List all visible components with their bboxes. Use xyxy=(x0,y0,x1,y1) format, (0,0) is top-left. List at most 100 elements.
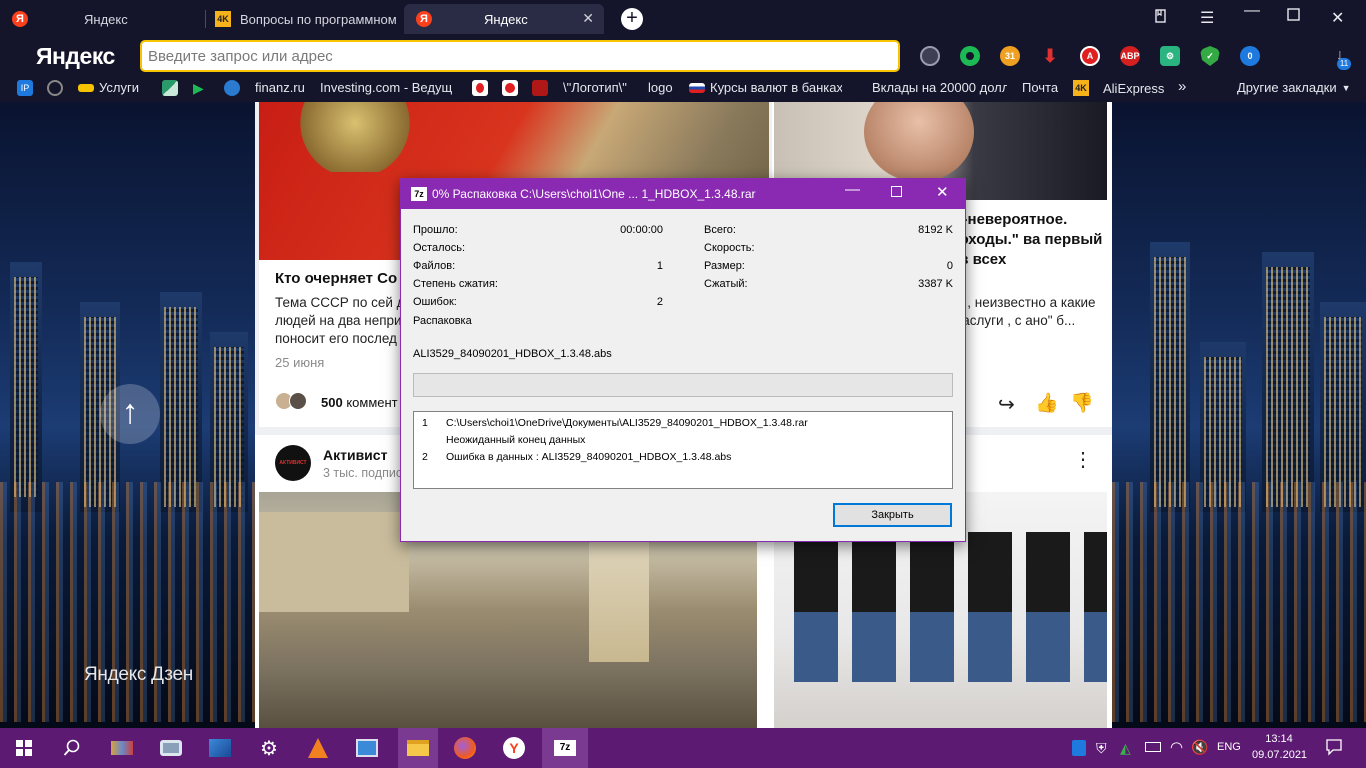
tab-yandex-active[interactable]: Я Яндекс ✕ xyxy=(404,4,604,34)
bookmark-green-icon[interactable] xyxy=(162,80,178,96)
tab-programming-questions[interactable]: 4K Вопросы по программном xyxy=(206,4,402,34)
other-bookmarks[interactable]: Другие закладки ▼ xyxy=(1237,80,1351,95)
input-language[interactable]: ENG xyxy=(1217,741,1241,753)
dialog-title-bar[interactable]: 7z 0% Распаковка C:\Users\choi1\One ... … xyxy=(401,179,965,209)
close-window-icon[interactable]: ✕ xyxy=(1331,8,1344,28)
services-icon xyxy=(78,83,94,92)
scroll-up-button[interactable]: ↑ xyxy=(100,384,160,444)
files-value: 1 xyxy=(656,260,663,272)
7zip-taskbar-button[interactable]: 7z xyxy=(542,728,588,768)
more-options-icon[interactable]: ⋮ xyxy=(1073,450,1093,470)
share-icon[interactable]: ↪ xyxy=(998,392,1015,417)
clock-date[interactable]: 09.07.2021 xyxy=(1252,749,1307,761)
channel-avatar[interactable]: АКТИВИСТ xyxy=(275,445,311,481)
building-windows xyxy=(1324,317,1362,507)
flag-icon xyxy=(689,82,705,93)
bookmark-label: Курсы валют в банках xyxy=(710,80,842,95)
speed-label: Скорость: xyxy=(704,242,755,254)
clock-time[interactable]: 13:14 xyxy=(1252,733,1306,745)
camera-app-icon[interactable] xyxy=(157,734,185,762)
green-circle-extension-icon[interactable] xyxy=(960,46,980,66)
translator-icon[interactable]: ⚙ xyxy=(1160,46,1180,66)
download-arrow-icon[interactable]: ⬇ xyxy=(1040,46,1060,66)
adblock-icon[interactable]: ABP xyxy=(1120,46,1140,66)
bookmark-red-drop-icon[interactable] xyxy=(472,80,488,96)
address-input[interactable]: Введите запрос или адрес xyxy=(140,40,900,72)
minimize-icon[interactable]: — xyxy=(845,181,860,198)
weather-calendar-icon[interactable]: 31 xyxy=(1000,46,1020,66)
building-image xyxy=(259,512,409,612)
tab-yandex-1[interactable]: Я Яндекс xyxy=(0,4,205,34)
shield-icon[interactable]: ✓ xyxy=(1200,46,1220,66)
shield-tray-icon[interactable]: ⛨ xyxy=(1096,740,1107,757)
elapsed-label: Прошло: xyxy=(413,224,458,236)
close-button[interactable]: Закрыть xyxy=(833,503,952,527)
control-panel-icon[interactable] xyxy=(353,734,381,762)
menu-icon[interactable]: ☰ xyxy=(1200,8,1214,28)
downloads-badge: 11 xyxy=(1337,58,1351,70)
bookmark-finanz[interactable]: finanz.ru xyxy=(255,80,305,95)
soviet-order-image xyxy=(295,102,415,172)
network-activity-tray-icon[interactable]: ◭ xyxy=(1120,740,1131,757)
channel-name[interactable]: Активист xyxy=(323,447,387,463)
7zip-icon: 7z xyxy=(411,187,427,201)
article-title[interactable]: Кто очерняет Со xyxy=(275,270,397,287)
volume-muted-icon[interactable]: 🔇 xyxy=(1191,739,1208,756)
bookmark-red-logo-icon[interactable] xyxy=(532,80,548,96)
bookmark-ip-icon[interactable]: IP xyxy=(17,80,33,96)
zen-logo: Яндекс Дзен xyxy=(84,664,193,685)
bookmark-logotip[interactable]: \"Логотип\" xyxy=(563,80,627,95)
bookmark-vodafone-icon[interactable] xyxy=(502,80,518,96)
maximize-icon[interactable] xyxy=(891,184,902,201)
more-bookmarks-chevron-icon[interactable]: » xyxy=(1178,78,1186,95)
bookmark-logo[interactable]: logo xyxy=(648,80,673,95)
minimize-icon[interactable]: — xyxy=(1244,2,1260,20)
bookmark-speedometer-icon[interactable] xyxy=(47,80,63,96)
thumbs-down-icon[interactable]: 👎 xyxy=(1070,391,1094,415)
bookmark-globe-icon[interactable] xyxy=(224,80,240,96)
article-title[interactable]: е -невероятное. доходы." ва первый ив вс… xyxy=(950,210,1110,270)
packed-label: Сжатый: xyxy=(704,278,748,290)
info-tray-icon[interactable] xyxy=(1072,740,1086,756)
start-windows-icon[interactable] xyxy=(10,734,38,762)
close-icon[interactable]: ✕ xyxy=(936,183,949,201)
settings-gear-icon[interactable]: ⚙ xyxy=(255,734,283,762)
file-explorer-icon[interactable] xyxy=(398,728,438,768)
yandex-browser-icon[interactable]: Y xyxy=(500,734,528,762)
yandex-logo[interactable]: Яндекс xyxy=(36,43,115,70)
bookmark-play-icon[interactable]: ▶ xyxy=(193,80,204,97)
bookmark-aliexpress[interactable]: 4K AliExpress xyxy=(1073,80,1164,96)
bookmark-mail[interactable]: Почта xyxy=(1022,80,1058,95)
notifications-icon[interactable] xyxy=(1325,738,1343,759)
wifi-icon[interactable]: ◠ xyxy=(1170,738,1183,756)
maximize-icon[interactable] xyxy=(1287,8,1300,26)
error-messages-list[interactable]: 1 C:\Users\choi1\OneDrive\Документы\ALI3… xyxy=(413,411,953,489)
globe-icon[interactable] xyxy=(920,46,940,66)
building-windows xyxy=(1154,257,1186,507)
remaining-label: Осталось: xyxy=(413,242,466,254)
bookmark-services[interactable]: Услуги xyxy=(78,80,139,95)
books-app-icon[interactable] xyxy=(108,734,136,762)
operation-label: Распаковка xyxy=(413,315,472,327)
photos-app-icon[interactable] xyxy=(206,734,234,762)
thumbs-up-icon[interactable]: 👍 xyxy=(1035,391,1059,415)
progress-bar xyxy=(413,373,953,397)
files-label: Файлов: xyxy=(413,260,456,272)
antivirus-icon[interactable]: A xyxy=(1080,46,1100,66)
search-icon[interactable] xyxy=(58,734,86,762)
vlc-icon[interactable] xyxy=(304,734,332,762)
bookmark-deposits[interactable]: Вклады на 20000 долл xyxy=(872,80,1007,95)
windows-taskbar: ⚙ Y 7z ⛨ ◭ ◠ 🔇 ENG 13:14 09.07.2021 xyxy=(0,728,1366,768)
bookmarks-panel-icon[interactable] xyxy=(1153,8,1169,29)
bookmark-currency[interactable]: Курсы валют в банках xyxy=(689,80,842,95)
dropbox-icon[interactable]: 0 xyxy=(1240,46,1260,66)
battery-icon[interactable] xyxy=(1145,742,1161,752)
comments-link[interactable]: 500 коммент xyxy=(321,395,398,410)
size-value: 0 xyxy=(946,260,953,272)
total-label: Всего: xyxy=(704,224,736,236)
firefox-icon[interactable] xyxy=(451,734,479,762)
building-windows xyxy=(14,277,38,497)
new-tab-button[interactable]: + xyxy=(621,8,643,30)
bookmark-investing[interactable]: Investing.com - Ведущ xyxy=(320,80,463,95)
close-tab-icon[interactable]: ✕ xyxy=(582,10,594,27)
